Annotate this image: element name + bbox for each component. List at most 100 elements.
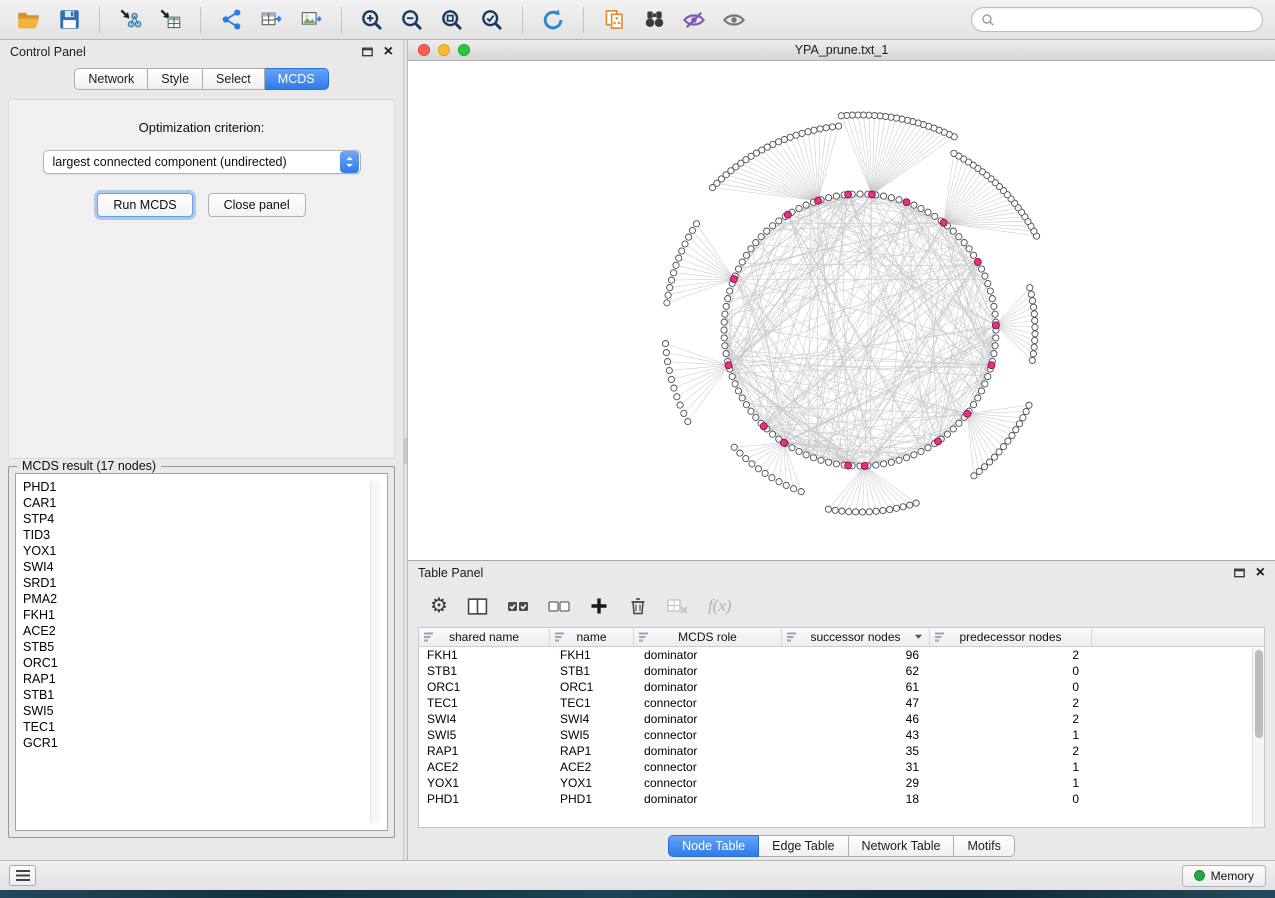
close-panel-icon[interactable]: × bbox=[1256, 565, 1265, 581]
memory-status-icon bbox=[1194, 870, 1205, 881]
tab-style[interactable]: Style bbox=[148, 68, 203, 90]
copy-style-button[interactable] bbox=[597, 4, 631, 36]
splitter-grip[interactable] bbox=[404, 438, 407, 464]
refresh-icon bbox=[541, 8, 565, 32]
import-network-button[interactable] bbox=[113, 4, 147, 36]
select-all-button[interactable] bbox=[507, 597, 529, 615]
tab-mcds[interactable]: MCDS bbox=[265, 68, 329, 90]
table-row[interactable]: SWI4 SWI4 dominator 46 2 bbox=[419, 711, 1264, 727]
control-panel-title: Control Panel bbox=[10, 45, 86, 59]
column-header-mcds-role[interactable]: MCDS role bbox=[634, 628, 782, 646]
toolbar-separator bbox=[200, 7, 201, 33]
close-panel-icon[interactable]: × bbox=[384, 44, 393, 60]
mcds-result-item[interactable]: CAR1 bbox=[23, 495, 387, 511]
column-header-predecessor-nodes[interactable]: predecessor nodes bbox=[930, 628, 1092, 646]
mcds-result-item[interactable]: SRD1 bbox=[23, 575, 387, 591]
table-row[interactable]: TEC1 TEC1 connector 47 2 bbox=[419, 695, 1264, 711]
tab-edge-table[interactable]: Edge Table bbox=[759, 835, 848, 857]
tab-network[interactable]: Network bbox=[74, 68, 148, 90]
column-header-shared-name[interactable]: shared name bbox=[419, 628, 550, 646]
mcds-result-item[interactable]: ACE2 bbox=[23, 623, 387, 639]
table-row[interactable]: SWI5 SWI5 connector 43 1 bbox=[419, 727, 1264, 743]
mcds-result-item[interactable]: TEC1 bbox=[23, 719, 387, 735]
zoom-selected-icon bbox=[480, 8, 504, 32]
mcds-result-item[interactable]: GCR1 bbox=[23, 735, 387, 751]
close-panel-button[interactable]: Close panel bbox=[208, 193, 306, 217]
save-session-button[interactable] bbox=[52, 4, 86, 36]
tab-network-table[interactable]: Network Table bbox=[849, 835, 955, 857]
search-box[interactable] bbox=[971, 7, 1263, 32]
node-table: shared name name MCDS role successo bbox=[418, 627, 1265, 828]
close-window-icon[interactable] bbox=[418, 44, 430, 56]
zoom-out-icon bbox=[400, 8, 424, 32]
mcds-result-groupbox: MCDS result (17 nodes) PHD1CAR1STP4TID3Y… bbox=[8, 466, 395, 838]
refresh-button[interactable] bbox=[536, 4, 570, 36]
table-settings-button[interactable]: ⚙ bbox=[430, 596, 448, 616]
task-history-button[interactable] bbox=[9, 865, 36, 886]
optimization-criterion-dropdown[interactable]: largest connected component (undirected) bbox=[43, 150, 361, 174]
mcds-result-item[interactable]: PHD1 bbox=[23, 479, 387, 495]
hide-selected-button[interactable] bbox=[677, 4, 711, 36]
export-network-button[interactable] bbox=[214, 4, 248, 36]
run-mcds-button[interactable]: Run MCDS bbox=[97, 193, 192, 217]
table-panel-header: Table Panel × bbox=[408, 561, 1275, 585]
column-header-name[interactable]: name bbox=[550, 628, 634, 646]
import-table-button[interactable] bbox=[153, 4, 187, 36]
show-all-button[interactable] bbox=[717, 4, 751, 36]
table-row[interactable]: ORC1 ORC1 dominator 61 0 bbox=[419, 679, 1264, 695]
show-columns-button[interactable] bbox=[467, 597, 488, 616]
float-panel-icon[interactable] bbox=[1234, 568, 1245, 578]
add-row-button[interactable] bbox=[589, 596, 609, 616]
zoom-out-button[interactable] bbox=[395, 4, 429, 36]
zoom-selected-button[interactable] bbox=[475, 4, 509, 36]
unselect-all-button[interactable] bbox=[548, 597, 570, 615]
open-session-button[interactable] bbox=[12, 4, 46, 36]
mcds-result-item[interactable]: RAP1 bbox=[23, 671, 387, 687]
network-canvas[interactable] bbox=[408, 61, 1275, 560]
copy-document-icon bbox=[603, 8, 626, 31]
mcds-tab-content: Optimization criterion: largest connecte… bbox=[8, 99, 395, 459]
mcds-result-item[interactable]: ORC1 bbox=[23, 655, 387, 671]
column-header-successor-nodes[interactable]: successor nodes bbox=[782, 628, 930, 646]
tab-motifs[interactable]: Motifs bbox=[954, 835, 1014, 857]
table-row[interactable]: RAP1 RAP1 dominator 35 2 bbox=[419, 743, 1264, 759]
mcds-result-item[interactable]: STB5 bbox=[23, 639, 387, 655]
mcds-result-item[interactable]: SWI5 bbox=[23, 703, 387, 719]
memory-button[interactable]: Memory bbox=[1182, 865, 1266, 887]
delete-table-button[interactable] bbox=[667, 597, 689, 615]
mcds-result-item[interactable]: PMA2 bbox=[23, 591, 387, 607]
function-builder-button[interactable]: f(x) bbox=[708, 596, 732, 616]
zoom-fit-button[interactable] bbox=[435, 4, 469, 36]
first-neighbors-button[interactable] bbox=[637, 4, 671, 36]
float-panel-icon[interactable] bbox=[362, 47, 373, 57]
maximize-window-icon[interactable] bbox=[458, 44, 470, 56]
table-scrollbar-thumb[interactable] bbox=[1255, 650, 1263, 738]
table-row[interactable]: STB1 STB1 dominator 62 0 bbox=[419, 663, 1264, 679]
delete-row-button[interactable] bbox=[628, 596, 648, 616]
mcds-result-item[interactable]: SWI4 bbox=[23, 559, 387, 575]
mcds-list-scrollbar[interactable] bbox=[370, 481, 380, 823]
table-row[interactable]: FKH1 FKH1 dominator 96 2 bbox=[419, 647, 1264, 663]
mcds-result-item[interactable]: FKH1 bbox=[23, 607, 387, 623]
table-scrollbar[interactable] bbox=[1252, 648, 1264, 827]
network-graph[interactable] bbox=[408, 61, 1275, 560]
mcds-result-list[interactable]: PHD1CAR1STP4TID3YOX1SWI4SRD1PMA2FKH1ACE2… bbox=[15, 473, 388, 831]
mcds-result-item[interactable]: YOX1 bbox=[23, 543, 387, 559]
table-row[interactable]: ACE2 ACE2 connector 31 1 bbox=[419, 759, 1264, 775]
minimize-window-icon[interactable] bbox=[438, 44, 450, 56]
mcds-result-item[interactable]: STP4 bbox=[23, 511, 387, 527]
search-input[interactable] bbox=[1001, 13, 1253, 27]
mcds-result-item[interactable]: STB1 bbox=[23, 687, 387, 703]
table-row[interactable]: YOX1 YOX1 connector 29 1 bbox=[419, 775, 1264, 791]
main-toolbar bbox=[0, 0, 1275, 40]
mcds-result-item[interactable]: TID3 bbox=[23, 527, 387, 543]
export-table-button[interactable] bbox=[254, 4, 288, 36]
zoom-in-button[interactable] bbox=[355, 4, 389, 36]
tab-node-table[interactable]: Node Table bbox=[668, 835, 759, 857]
table-row[interactable]: PHD1 PHD1 dominator 18 0 bbox=[419, 791, 1264, 807]
columns-icon bbox=[467, 597, 488, 616]
table-toolbar: ⚙ bbox=[408, 585, 1275, 627]
network-window-titlebar[interactable]: YPA_prune.txt_1 bbox=[408, 40, 1275, 61]
export-image-button[interactable] bbox=[294, 4, 328, 36]
tab-select[interactable]: Select bbox=[203, 68, 265, 90]
